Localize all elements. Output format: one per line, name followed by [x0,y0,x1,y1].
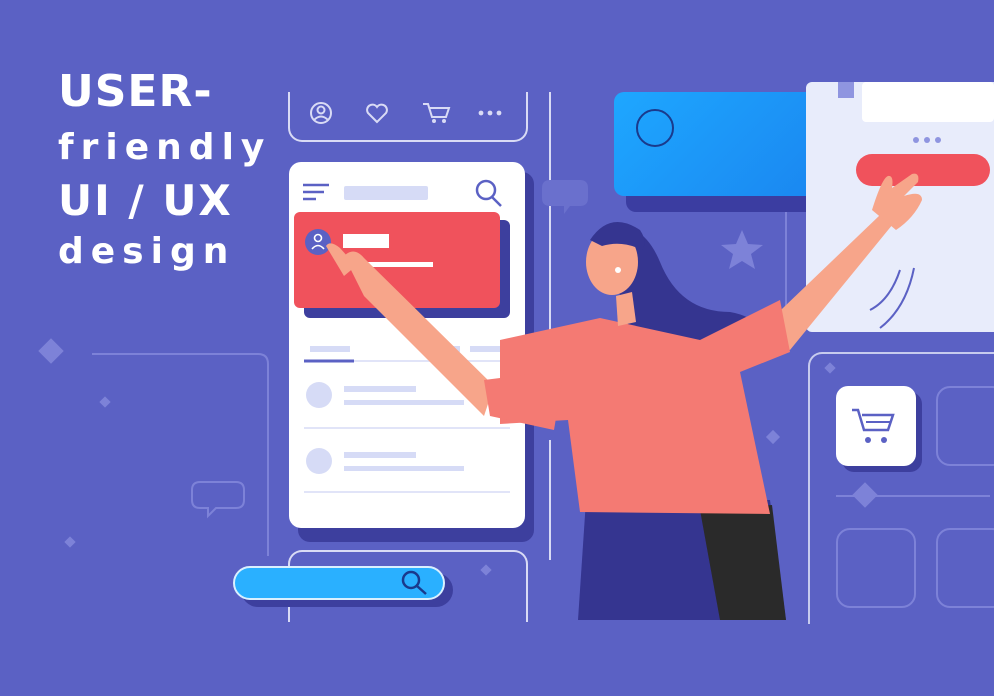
woman-illustration [326,173,922,620]
illustration-canvas: USER- friendly UI / UX design [0,0,994,696]
